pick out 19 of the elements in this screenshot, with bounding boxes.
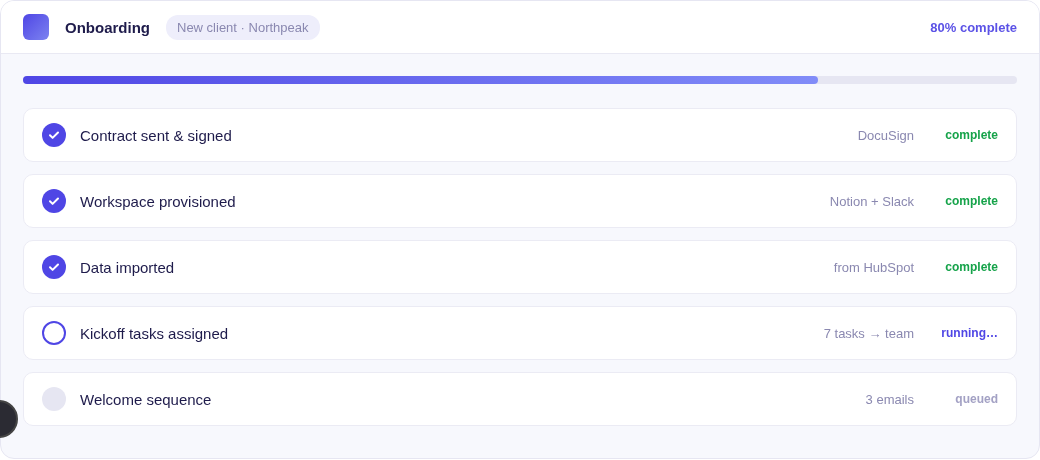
step-title: Data imported — [80, 258, 175, 276]
step-status: complete — [944, 128, 998, 142]
page-title: Onboarding — [65, 18, 150, 36]
step-status: complete — [944, 260, 998, 274]
step-status: queued — [954, 392, 998, 406]
progress-label: 80% complete — [930, 19, 1017, 35]
step-detail: DocuSign — [857, 127, 914, 143]
step-detail: Notion + Slack — [829, 193, 914, 209]
step-status: complete — [944, 194, 998, 208]
step-title: Workspace provisioned — [80, 192, 236, 210]
app-logo — [23, 14, 49, 40]
step-title: Contract sent & signed — [80, 126, 232, 144]
step-detail: 7 tasks → team — [823, 325, 914, 341]
step-title: Kickoff tasks assigned — [80, 324, 229, 342]
step-detail: 3 emails — [865, 391, 914, 407]
client-tag: New client · Northpeak — [166, 14, 320, 40]
step-status: running… — [940, 326, 998, 340]
step-detail: from HubSpot — [833, 259, 914, 275]
step-title: Welcome sequence — [80, 390, 212, 408]
